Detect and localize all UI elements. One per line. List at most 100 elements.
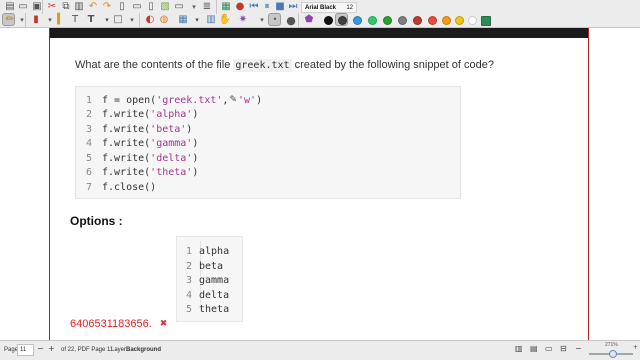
highlighter-icon[interactable]: ▍ bbox=[54, 13, 68, 27]
document-page[interactable]: What are the contents of the file greek.… bbox=[49, 28, 589, 340]
code-string: 'alpha' bbox=[150, 108, 193, 120]
divider bbox=[216, 0, 217, 14]
continuous-view-icon[interactable]: ▤ bbox=[530, 345, 538, 353]
line-width-thick-icon[interactable]: ● bbox=[284, 13, 298, 27]
save-icon[interactable]: ▤ bbox=[3, 0, 17, 14]
custom-color-icon[interactable] bbox=[481, 16, 491, 26]
answer-line: 4 delta bbox=[177, 288, 229, 302]
question-text: What are the contents of the file greek.… bbox=[75, 59, 494, 72]
code-text: f.write( bbox=[102, 137, 151, 149]
divider bbox=[25, 13, 26, 27]
color-swatch-dark-green[interactable] bbox=[383, 16, 392, 25]
divider bbox=[139, 13, 140, 27]
color-swatch-yellow[interactable] bbox=[455, 16, 464, 25]
hand-icon[interactable]: ✋ bbox=[218, 13, 232, 27]
code-snippet: 1 f = open('greek.txt', ✎'w') 2 f.write(… bbox=[75, 86, 461, 199]
fit-page-icon[interactable]: ▭ bbox=[545, 345, 553, 353]
wrong-mark-icon: ✖ bbox=[159, 319, 168, 329]
grid-icon[interactable]: ▦ bbox=[219, 0, 233, 14]
color-swatch-red[interactable] bbox=[413, 16, 422, 25]
image-icon[interactable]: ▧ bbox=[158, 0, 172, 14]
lines-icon[interactable]: ▥ bbox=[204, 13, 218, 27]
text-icon[interactable]: T bbox=[68, 13, 82, 27]
shape-dropdown-icon[interactable]: ▾ bbox=[125, 13, 139, 27]
color-swatch-blue[interactable] bbox=[353, 16, 362, 25]
answer-option-box[interactable]: 1 alpha 2 beta 3 gamma 4 delta 5 theta bbox=[176, 236, 243, 322]
code-text: ) bbox=[192, 137, 199, 149]
code-text: ) bbox=[192, 166, 199, 178]
next-icon[interactable]: ⏭ bbox=[286, 0, 300, 14]
laser-dropdown-icon[interactable]: ▾ bbox=[255, 13, 269, 27]
new-page-icon[interactable]: ▯ bbox=[115, 0, 129, 14]
code-string: 'w' bbox=[238, 94, 257, 106]
text-box-icon[interactable]: T bbox=[84, 13, 98, 27]
code-string: 'gamma' bbox=[150, 137, 193, 149]
code-text: f.close() bbox=[102, 181, 157, 193]
code-string: 'beta' bbox=[150, 123, 187, 135]
font-selector[interactable]: Arial Black 12 bbox=[301, 2, 357, 13]
answer-text: theta bbox=[199, 303, 230, 315]
copy-icon[interactable]: ⧉ bbox=[59, 0, 73, 14]
font-family-name: Arial Black bbox=[305, 4, 337, 11]
fill-icon[interactable]: ◍ bbox=[157, 13, 171, 27]
options-heading: Options : bbox=[70, 214, 123, 228]
layer-icon[interactable]: ≣ bbox=[200, 0, 214, 14]
marker-icon[interactable]: ▮ bbox=[29, 13, 43, 27]
question-prefix: What are the contents of the file bbox=[75, 59, 231, 71]
record-icon[interactable]: ● bbox=[233, 0, 247, 14]
shade-icon[interactable]: ⬟ bbox=[302, 13, 316, 27]
answer-text: gamma bbox=[199, 274, 230, 286]
code-text: , bbox=[222, 94, 229, 106]
color-swatch-black[interactable] bbox=[324, 16, 333, 25]
page-dropdown-icon[interactable]: ▾ bbox=[187, 0, 201, 14]
page-size-icon[interactable]: ▭ bbox=[172, 0, 186, 14]
laser-pointer-icon[interactable]: ✷ bbox=[236, 13, 250, 27]
stop-icon[interactable]: ■ bbox=[273, 0, 287, 14]
answer-text: beta bbox=[199, 260, 224, 272]
code-line: 4 f.write('gamma') bbox=[76, 136, 198, 150]
code-line: 7 f.close() bbox=[76, 180, 156, 194]
background-icon[interactable]: ▦ bbox=[176, 13, 190, 27]
color-swatch-green[interactable] bbox=[368, 16, 377, 25]
color-swatch-light-red[interactable] bbox=[428, 16, 437, 25]
line-number: 6 bbox=[85, 166, 92, 178]
paste-icon[interactable]: ▥ bbox=[72, 0, 86, 14]
color-swatch-dark-gray[interactable] bbox=[338, 16, 347, 25]
tool-dropdown-icon[interactable]: ▾ bbox=[15, 13, 29, 27]
background-dropdown-icon[interactable]: ▾ bbox=[190, 13, 204, 27]
add-page-icon[interactable]: ▭ bbox=[130, 0, 144, 14]
page-number-input[interactable]: 11 bbox=[17, 344, 34, 356]
cut-icon[interactable]: ✂ bbox=[45, 0, 59, 14]
document-canvas[interactable]: What are the contents of the file greek.… bbox=[0, 28, 640, 340]
layer-selector[interactable]: Background bbox=[126, 347, 161, 353]
pause-icon[interactable]: ⏸ bbox=[260, 0, 274, 14]
code-line: 1 f = open('greek.txt', ✎'w') bbox=[76, 93, 262, 107]
line-number: 3 bbox=[85, 123, 92, 135]
code-string: 'greek.txt' bbox=[156, 94, 223, 106]
layer-label: Layer bbox=[111, 347, 127, 353]
color-wheel-icon[interactable]: ◐ bbox=[143, 13, 157, 27]
zoom-out-icon[interactable]: − bbox=[575, 345, 582, 353]
line-number: 2 bbox=[85, 108, 92, 120]
page-count: of 22, PDF Page 11 bbox=[61, 347, 114, 353]
code-string: 'theta' bbox=[150, 166, 193, 178]
page-increment-button[interactable]: + bbox=[48, 345, 55, 353]
two-page-view-icon[interactable]: ▥ bbox=[515, 345, 523, 353]
color-swatch-white[interactable] bbox=[468, 16, 477, 25]
color-swatch-gray[interactable] bbox=[398, 16, 407, 25]
open-icon[interactable]: ▭ bbox=[16, 0, 30, 14]
fit-width-icon[interactable]: ⊟ bbox=[560, 345, 567, 353]
toolbar: ✏ ▾ ▮ ▾ ▍ T T ▾ □ ▾ ◐ ◍ ▦ ▾ ▥ ✋ ✷ ▾ • ● … bbox=[0, 0, 640, 28]
redo-icon[interactable]: ↷ bbox=[100, 0, 114, 14]
previous-icon[interactable]: ⏮ bbox=[247, 0, 261, 14]
delete-page-icon[interactable]: ▯ bbox=[144, 0, 158, 14]
status-bar: Page 11 − + of 22, PDF Page 11 Layer Bac… bbox=[0, 340, 640, 360]
page-decrement-button[interactable]: − bbox=[37, 345, 44, 353]
shape-icon[interactable]: □ bbox=[111, 13, 125, 27]
line-width-thin-icon[interactable]: • bbox=[268, 13, 282, 27]
code-text: ) bbox=[192, 108, 199, 120]
zoom-in-icon[interactable]: + bbox=[633, 345, 638, 351]
undo-icon[interactable]: ↶ bbox=[86, 0, 100, 14]
color-swatch-orange[interactable] bbox=[442, 16, 451, 25]
zoom-slider-handle[interactable] bbox=[609, 350, 617, 358]
